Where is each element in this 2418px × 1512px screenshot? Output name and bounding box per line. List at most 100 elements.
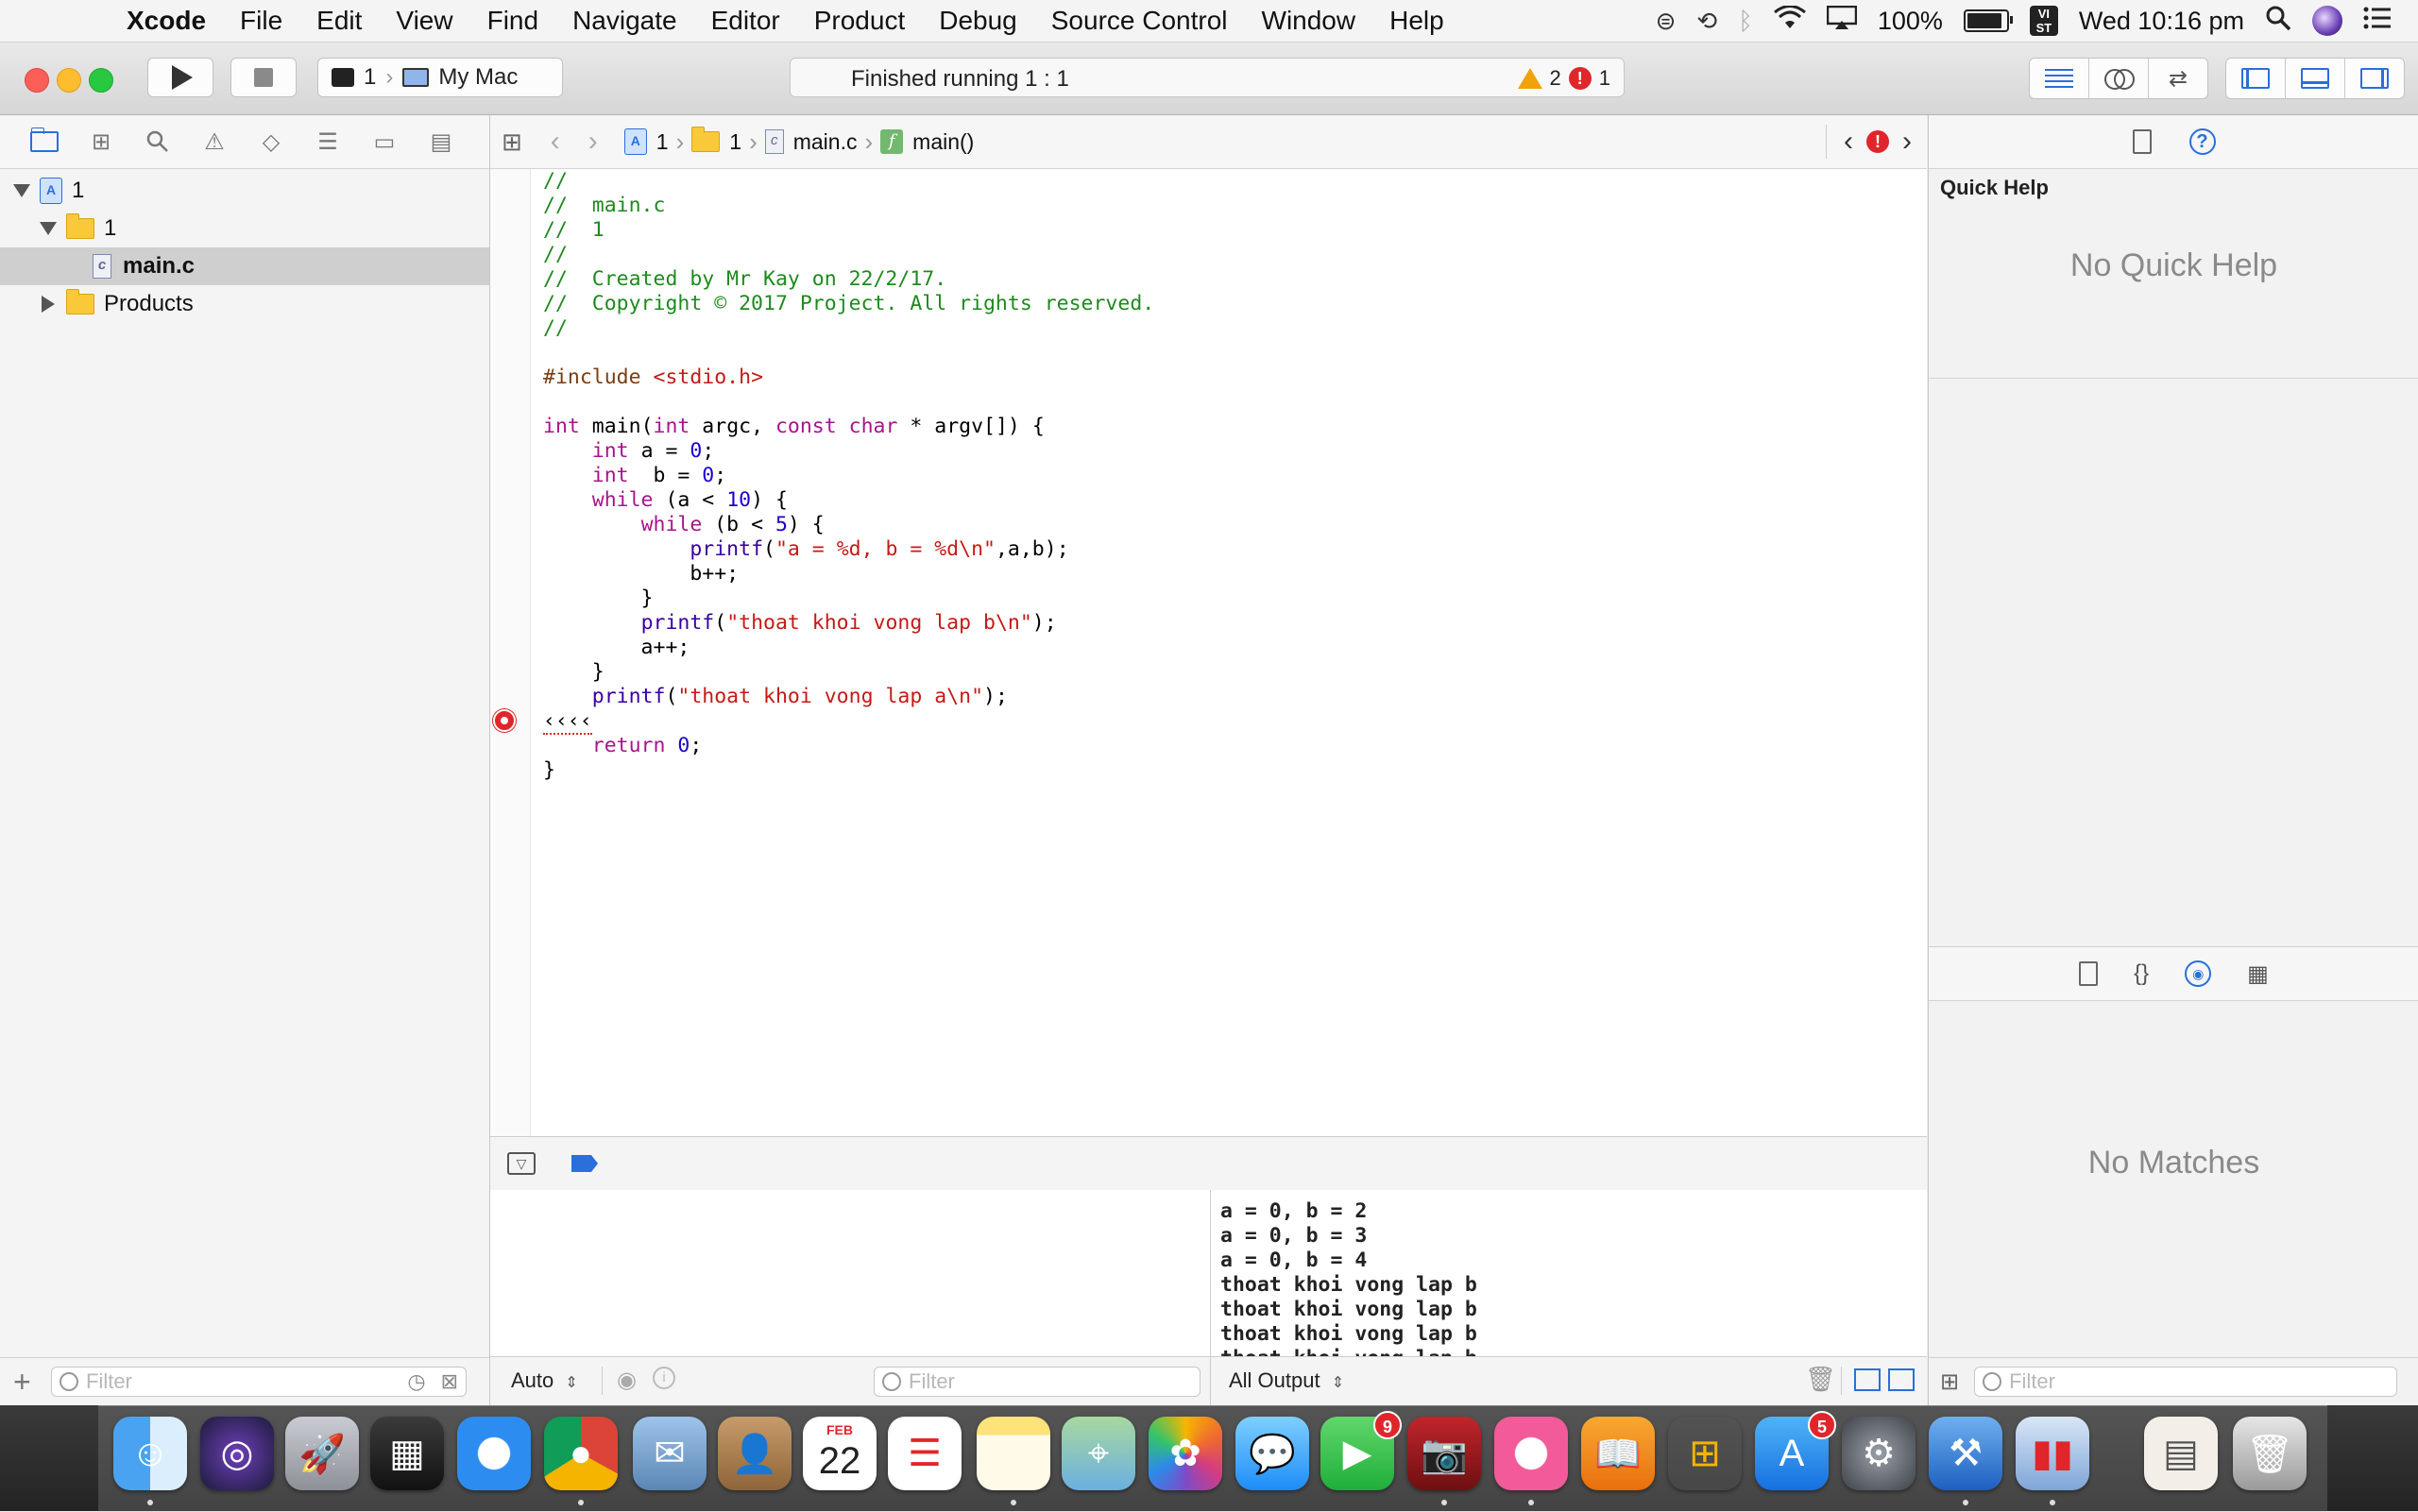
code-line[interactable]: // <box>543 243 1154 267</box>
code-line[interactable]: int a = 0; <box>543 439 1154 464</box>
downloads-stack-dock-icon[interactable]: ▤ <box>2144 1417 2218 1490</box>
menu-app[interactable]: Xcode <box>110 6 223 36</box>
navigator-filter-input[interactable]: Filter ◷ ⊠ <box>51 1367 467 1397</box>
scope-selector[interactable]: Auto ⇕ <box>511 1368 578 1393</box>
variables-view[interactable] <box>490 1190 1211 1356</box>
console-output[interactable]: a = 0, b = 2a = 0, b = 3a = 0, b = 4 thoa… <box>1211 1190 1927 1356</box>
siri-icon[interactable] <box>2312 6 2342 36</box>
code-line[interactable]: // Created by Mr Kay on 22/2/17. <box>543 267 1154 292</box>
code-line[interactable]: // <box>543 169 1154 194</box>
quick-look-eye-icon[interactable]: ◉ <box>617 1367 637 1394</box>
menu-edit[interactable]: Edit <box>299 6 379 36</box>
error-marker-icon[interactable] <box>493 709 516 732</box>
menu-help[interactable]: Help <box>1372 6 1461 36</box>
disclosure-triangle-icon[interactable] <box>8 184 36 197</box>
menu-debug[interactable]: Debug <box>922 6 1034 36</box>
code-line[interactable]: int main(int argc, const char * argv[]) … <box>543 415 1154 439</box>
tree-item-products[interactable]: Products <box>0 285 489 323</box>
spotlight-search-icon[interactable] <box>2265 5 2291 38</box>
ibooks-dock-icon[interactable]: 📖 <box>1581 1417 1655 1490</box>
info-icon[interactable]: i <box>653 1367 675 1389</box>
menu-file[interactable]: File <box>223 6 299 36</box>
tree-item-project[interactable]: A 1 <box>0 172 489 210</box>
creative-cloud-icon[interactable]: ⊜ <box>1656 7 1677 36</box>
grid-view-icon[interactable]: ⊞ <box>1940 1368 1959 1396</box>
issue-error-icon[interactable]: ! <box>1866 130 1889 153</box>
code-line[interactable]: ‹‹‹‹ <box>543 709 1154 735</box>
code-line[interactable]: // main.c <box>543 194 1154 218</box>
standard-editor-button[interactable] <box>2030 59 2089 98</box>
next-issue-button[interactable]: › <box>1902 126 1912 158</box>
code-line[interactable]: printf("a = %d, b = %d\n",a,b); <box>543 537 1154 562</box>
disclosure-triangle-icon[interactable] <box>34 222 62 235</box>
object-library-icon[interactable]: ◉ <box>2185 960 2212 987</box>
menu-find[interactable]: Find <box>470 6 555 36</box>
code-line[interactable] <box>543 390 1154 415</box>
report-navigator-tab[interactable]: ▤ <box>425 127 457 156</box>
facetime-dock-icon[interactable]: ▶ 9 <box>1320 1411 1402 1490</box>
source-editor[interactable]: //// main.c// 1//// Created by Mr Kay on… <box>490 169 1927 1136</box>
jump-project[interactable]: A 1 <box>623 128 669 155</box>
jump-file[interactable]: c main.c <box>764 129 857 155</box>
clear-console-trash-icon[interactable]: 🗑 <box>1805 1365 1836 1394</box>
reminders-dock-icon[interactable]: ☰ <box>888 1417 962 1490</box>
system-preferences-dock-icon[interactable]: ⚙ <box>1842 1417 1916 1490</box>
recent-files-icon[interactable]: ◷ <box>407 1369 425 1394</box>
menu-navigate[interactable]: Navigate <box>555 6 694 36</box>
menu-editor[interactable]: Editor <box>694 6 797 36</box>
version-editor-button[interactable]: ⇄ <box>2149 59 2207 98</box>
breakpoints-toggle-icon[interactable] <box>571 1155 598 1172</box>
minimize-window-button[interactable] <box>57 68 81 93</box>
input-source-icon[interactable]: VI ST <box>2029 6 2058 36</box>
messages-dock-icon[interactable]: 💬 <box>1235 1417 1309 1490</box>
time-machine-icon[interactable]: ⟲ <box>1696 7 1717 36</box>
clock[interactable]: Wed 10:16 pm <box>2079 7 2244 36</box>
menu-source-control[interactable]: Source Control <box>1034 6 1245 36</box>
launchpad-dock-icon[interactable]: 🚀 <box>285 1417 359 1490</box>
tree-item-group[interactable]: 1 <box>0 210 489 247</box>
find-navigator-tab[interactable] <box>142 127 174 156</box>
code-snippet-library-icon[interactable]: {} <box>2134 960 2149 987</box>
code-line[interactable]: return 0; <box>543 734 1154 758</box>
file-inspector-tab-icon[interactable] <box>2132 129 2152 154</box>
notes-dock-icon[interactable] <box>977 1417 1050 1490</box>
code-line[interactable]: while (b < 5) { <box>543 513 1154 537</box>
bluetooth-icon[interactable]: ᛒ <box>1738 7 1753 36</box>
code-line[interactable]: } <box>543 660 1154 685</box>
scheme-selector[interactable]: 1 › My Mac <box>317 58 563 97</box>
project-navigator-tab[interactable] <box>28 127 60 156</box>
itunes-dock-icon[interactable]: ♫ <box>1494 1417 1568 1490</box>
code-line[interactable]: // Copyright © 2017 Project. All rights … <box>543 292 1154 316</box>
xcode-dock-icon[interactable]: ⚒ <box>1929 1417 2002 1490</box>
issue-counts[interactable]: 2 ! 1 <box>1517 66 1610 91</box>
variables-filter-input[interactable]: Filter <box>874 1367 1200 1397</box>
photo-booth-dock-icon[interactable]: 📷 <box>1407 1417 1481 1490</box>
issue-navigator-tab[interactable]: ⚠ <box>198 127 230 156</box>
windows-dock-icon[interactable]: ⊞ <box>1668 1417 1742 1490</box>
parallels-dock-icon[interactable]: ▮▮ <box>2016 1417 2089 1490</box>
code-line[interactable]: a++; <box>543 636 1154 660</box>
maps-3d-dock-icon[interactable]: ⌖ <box>1062 1417 1135 1490</box>
scm-status-icon[interactable]: ⊠ <box>441 1369 458 1394</box>
debug-navigator-tab[interactable]: ☰ <box>312 127 344 156</box>
toggle-debug-area-button[interactable] <box>2286 59 2345 98</box>
add-file-button[interactable]: + <box>13 1365 42 1400</box>
hide-debug-area-button[interactable]: ▽ <box>507 1152 536 1175</box>
finder-dock-icon[interactable]: ☺ <box>113 1417 187 1490</box>
show-console-view-button[interactable] <box>1888 1368 1915 1391</box>
photos-dock-icon[interactable]: ✿ <box>1149 1417 1222 1490</box>
jump-group[interactable]: 1 <box>691 127 741 155</box>
code-line[interactable]: } <box>543 758 1154 783</box>
menu-window[interactable]: Window <box>1245 6 1373 36</box>
code-line[interactable] <box>543 341 1154 365</box>
run-button[interactable] <box>147 58 213 97</box>
symbol-navigator-tab[interactable]: ⊞ <box>85 127 117 156</box>
code-line[interactable]: printf("thoat khoi vong lap a\n"); <box>543 685 1154 709</box>
zoom-window-button[interactable] <box>89 68 113 93</box>
breakpoint-navigator-tab[interactable]: ▭ <box>368 127 400 156</box>
toggle-inspector-button[interactable] <box>2345 59 2404 98</box>
code-line[interactable]: printf("thoat khoi vong lap b\n"); <box>543 611 1154 636</box>
related-items-icon[interactable]: ⊞ <box>502 127 522 157</box>
menu-view[interactable]: View <box>379 6 469 36</box>
battery-icon[interactable] <box>1963 9 2013 32</box>
